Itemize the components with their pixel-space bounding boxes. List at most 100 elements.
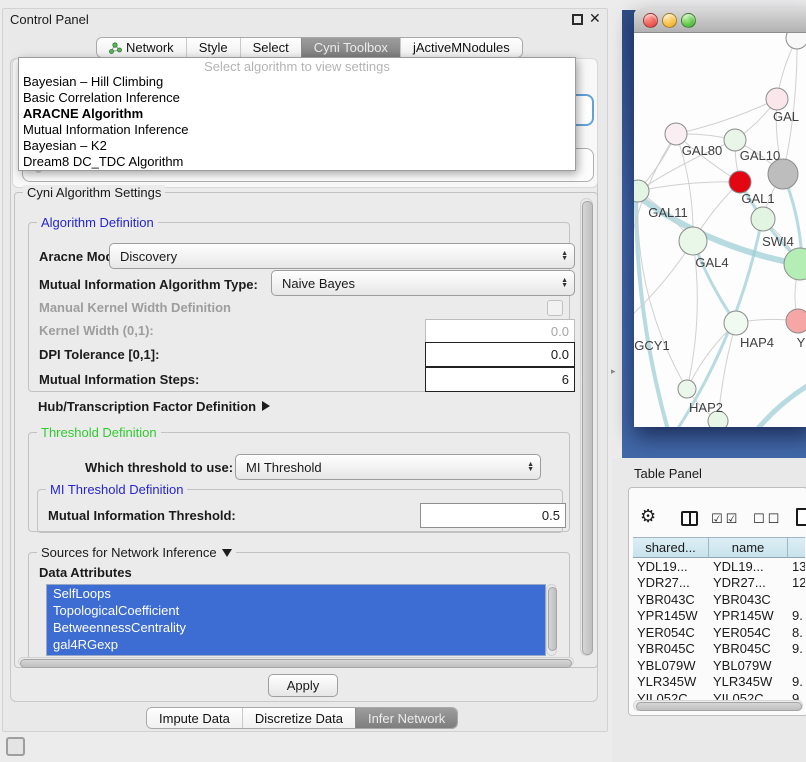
algorithm-option[interactable]: Mutual Information Inference	[19, 122, 575, 138]
tab-impute-data[interactable]: Impute Data	[147, 708, 242, 728]
network-node[interactable]	[678, 380, 696, 398]
algorithm-option[interactable]: Bayesian – Hill Climbing	[19, 74, 575, 90]
threshold-definition-group: Threshold Definition Which threshold to …	[28, 432, 570, 532]
table-row[interactable]: YDR27...YDR27...12	[633, 575, 805, 592]
attribute-item[interactable]: SelfLoops	[47, 585, 545, 602]
network-node[interactable]	[729, 171, 751, 193]
table-header: shared...name	[633, 537, 805, 558]
minimized-panel-icon[interactable]	[6, 737, 25, 756]
network-node[interactable]	[751, 207, 775, 231]
table-row[interactable]: YDL19...YDL19...13	[633, 558, 805, 575]
network-node[interactable]	[766, 88, 788, 110]
settings-scrollbar-horizontal[interactable]	[18, 657, 574, 666]
table-row[interactable]: YER054CYER054C8.	[633, 624, 805, 641]
algorithm-option[interactable]: Bayesian – K2	[19, 138, 575, 154]
which-threshold-combobox[interactable]: MI Threshold ▲▼	[235, 454, 541, 480]
float-window-icon[interactable]	[572, 14, 583, 25]
network-edge[interactable]	[634, 183, 804, 265]
tab-label: jActiveMNodules	[413, 40, 510, 55]
manual-kernel-checkbox[interactable]	[547, 300, 563, 316]
hub-definition-section[interactable]: Hub/Transcription Factor Definition	[38, 398, 270, 414]
close-button[interactable]	[643, 13, 658, 28]
aracne-mode-combobox[interactable]: Discovery ▲▼	[109, 243, 575, 269]
tab-select[interactable]: Select	[240, 38, 301, 57]
network-view-window: GALGAL80GAL10GAL1GAL11SWI4GAL4GCY1HAP4YH…	[634, 8, 806, 427]
data-attributes-list[interactable]: SelfLoopsTopologicalCoefficientBetweenne…	[46, 584, 546, 656]
network-node[interactable]	[768, 159, 798, 189]
splitter-handle[interactable]: ▸	[611, 366, 616, 377]
mi-threshold-field[interactable]: 0.5	[420, 503, 566, 528]
tab-infer-network[interactable]: Infer Network	[355, 708, 457, 728]
mi-type-combobox[interactable]: Naive Bayes ▲▼	[271, 270, 575, 296]
kernel-width-field[interactable]: 0.0	[425, 319, 575, 343]
table-cell: YBR043C	[633, 592, 709, 607]
expand-right-icon[interactable]	[262, 401, 270, 411]
network-canvas[interactable]: GALGAL80GAL10GAL1GAL11SWI4GAL4GCY1HAP4YH…	[634, 33, 806, 427]
tab-style[interactable]: Style	[186, 38, 240, 57]
dropdown-hint: Select algorithm to view settings	[19, 60, 575, 74]
attribute-item[interactable]: gal4RGexp	[47, 636, 545, 653]
network-node[interactable]	[634, 180, 649, 202]
attribute-item[interactable]: BetweennessCentrality	[47, 619, 545, 636]
table-cell: YLR345W	[633, 674, 709, 689]
table-cell: 9.	[788, 674, 805, 689]
column-header[interactable]	[788, 537, 805, 558]
minimize-button[interactable]	[662, 13, 677, 28]
apply-button[interactable]: Apply	[268, 674, 338, 697]
table-row[interactable]: YPR145WYPR145W9.	[633, 608, 805, 625]
unselect-all-icon[interactable]: ☐☐	[753, 511, 782, 527]
dpi-tolerance-field[interactable]: 0.0	[425, 342, 575, 367]
table-cell: 9.	[788, 608, 805, 623]
algorithm-dropdown-list: Bayesian – Hill ClimbingBasic Correlatio…	[19, 74, 575, 170]
table-row[interactable]: YBR045CYBR045C9.	[633, 641, 805, 658]
attribute-item[interactable]: TopologicalCoefficient	[47, 602, 545, 619]
column-header[interactable]: name	[709, 537, 788, 558]
network-node[interactable]	[786, 33, 806, 49]
gear-icon[interactable]: ⚙	[640, 507, 656, 525]
attributes-scrollbar[interactable]	[546, 584, 557, 656]
scrollbar-thumb[interactable]	[582, 201, 593, 655]
hub-definition-label: Hub/Transcription Factor Definition	[38, 399, 256, 414]
network-node[interactable]	[665, 123, 687, 145]
settings-scrollbar-vertical[interactable]	[580, 198, 593, 656]
algorithm-option[interactable]: ARACNE Algorithm	[19, 106, 575, 122]
network-node[interactable]	[679, 227, 707, 255]
new-table-icon[interactable]	[796, 508, 806, 526]
table-row[interactable]: YBL079WYBL079W	[633, 657, 805, 674]
column-header[interactable]: shared...	[633, 537, 709, 558]
tab-jactivemnodules[interactable]: jActiveMNodules	[400, 38, 522, 57]
select-all-icon[interactable]: ☑☑	[711, 511, 740, 527]
mi-threshold-group: MI Threshold Definition Mutual Informati…	[37, 489, 563, 533]
table-row[interactable]: YLR345WYLR345W9.	[633, 674, 805, 691]
network-edge[interactable]	[729, 383, 806, 427]
scrollbar-thumb[interactable]	[548, 587, 557, 651]
split-columns-icon[interactable]	[681, 511, 698, 526]
network-window-titlebar[interactable]	[634, 8, 806, 33]
network-node[interactable]	[784, 248, 806, 280]
tab-discretize-data[interactable]: Discretize Data	[242, 708, 355, 728]
zoom-button[interactable]	[681, 13, 696, 28]
mi-steps-field[interactable]: 6	[425, 367, 575, 392]
collapse-down-icon[interactable]	[222, 549, 232, 557]
node-label: SWI4	[762, 234, 794, 249]
network-edge[interactable]	[636, 193, 678, 427]
network-node[interactable]	[724, 311, 748, 335]
table-cell: YDR27...	[633, 575, 709, 590]
algorithm-option[interactable]: Basic Correlation Inference	[19, 90, 575, 106]
table-cell: 9.	[788, 641, 805, 656]
cyni-bottom-tabs: Impute Data Discretize Data Infer Networ…	[146, 707, 458, 729]
scrollbar-thumb[interactable]	[636, 702, 802, 711]
tab-network[interactable]: Network	[97, 38, 186, 57]
which-threshold-label: Which threshold to use:	[85, 460, 233, 475]
node-label: GCY1	[634, 338, 669, 353]
table-scrollbar-horizontal[interactable]	[633, 700, 803, 711]
table-cell: YPR145W	[633, 608, 709, 623]
network-node[interactable]	[786, 309, 806, 333]
tab-label: Style	[199, 40, 228, 55]
table-row[interactable]: YBR043CYBR043C	[633, 591, 805, 608]
scrollbar-thumb[interactable]	[20, 659, 572, 668]
tab-cyni-toolbox[interactable]: Cyni Toolbox	[301, 38, 400, 57]
close-icon[interactable]: ✕	[589, 10, 601, 27]
mi-threshold-label: Mutual Information Threshold:	[48, 508, 236, 523]
algorithm-option[interactable]: Dream8 DC_TDC Algorithm	[19, 154, 575, 170]
